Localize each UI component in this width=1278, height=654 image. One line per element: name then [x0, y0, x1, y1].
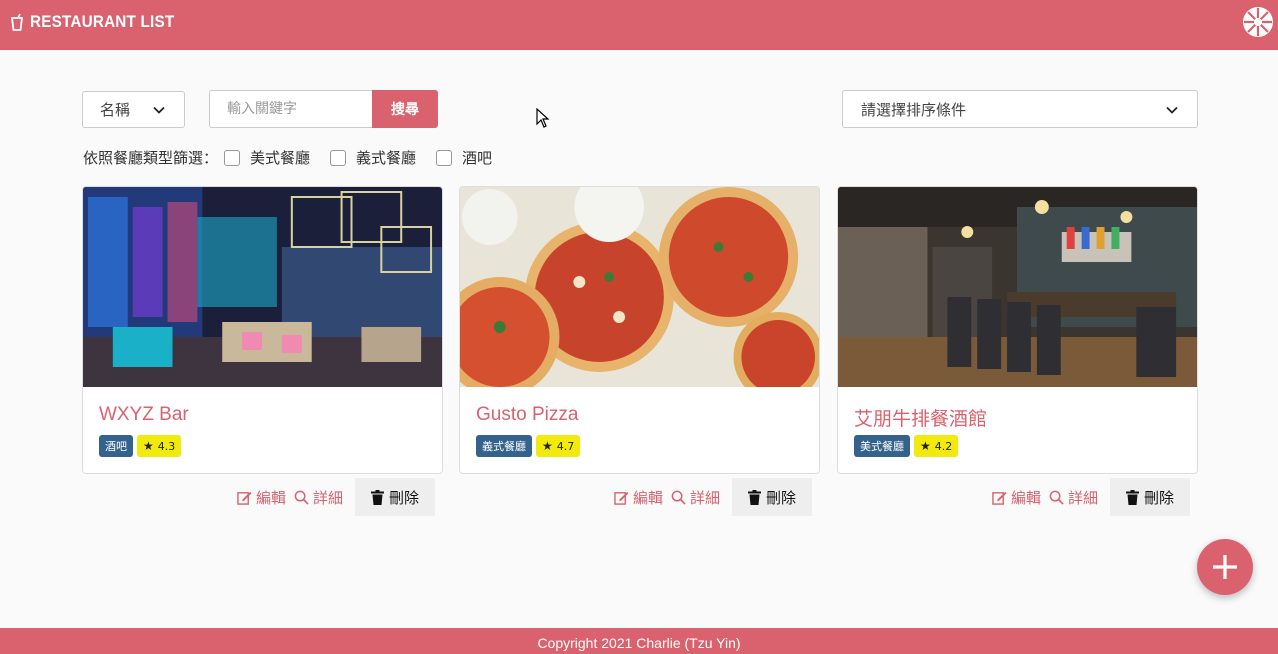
restaurant-badges: 美式餐廳 ★ 4.2 [854, 435, 959, 457]
filter-option-italian[interactable]: 義式餐廳 [330, 147, 420, 168]
restaurant-photo[interactable] [83, 187, 442, 387]
chevron-down-icon [153, 106, 165, 114]
restaurant-photo[interactable] [460, 187, 819, 387]
detail-label: 詳細 [690, 488, 721, 507]
edit-link[interactable]: 編輯 [992, 487, 1041, 508]
checkbox[interactable] [330, 149, 347, 166]
restaurant-name[interactable]: 艾朋牛排餐酒館 [854, 404, 987, 431]
copyright-text: Copyright 2021 Charlie (Tzu Yin) [537, 635, 741, 651]
delete-button[interactable]: 刪除 [732, 478, 813, 516]
footer: Copyright 2021 Charlie (Tzu Yin) [0, 628, 1278, 654]
cup-icon [10, 13, 24, 31]
restaurant-badges: 酒吧 ★ 4.3 [99, 435, 182, 457]
checkbox[interactable] [436, 149, 453, 166]
card-actions: 編輯 詳細 刪除 [614, 478, 813, 516]
rating-value: 4.2 [934, 439, 953, 453]
category-badge: 美式餐廳 [854, 435, 910, 457]
rating-badge: ★ 4.3 [137, 435, 182, 457]
detail-label: 詳細 [1068, 488, 1099, 507]
search-button[interactable]: 搜尋 [372, 90, 438, 128]
filter-label: 依照餐廳類型篩選： [83, 149, 219, 167]
mouse-cursor-icon [536, 108, 550, 128]
card-actions: 編輯 詳細 刪除 [992, 478, 1191, 516]
wheel-logo-icon[interactable] [1242, 6, 1274, 38]
restaurant-photo[interactable] [838, 187, 1197, 387]
filter-option-label: 酒吧 [462, 149, 493, 167]
add-restaurant-button[interactable] [1197, 539, 1253, 595]
filter-option-bar[interactable]: 酒吧 [436, 147, 496, 168]
restaurant-name[interactable]: Gusto Pizza [476, 404, 578, 426]
checkbox[interactable] [224, 149, 241, 166]
restaurant-name[interactable]: WXYZ Bar [99, 404, 189, 426]
star-icon: ★ [920, 439, 931, 453]
detail-link[interactable]: 詳細 [294, 487, 343, 508]
search-field-select[interactable]: 名稱 [82, 91, 185, 128]
delete-button[interactable]: 刪除 [1110, 478, 1191, 516]
star-icon: ★ [143, 439, 154, 453]
detail-link[interactable]: 詳細 [1049, 487, 1098, 508]
filter-option-label: 美式餐廳 [250, 149, 311, 167]
edit-icon [237, 491, 252, 505]
edit-icon [614, 491, 629, 505]
search-icon [1049, 490, 1064, 505]
delete-label: 刪除 [1144, 488, 1175, 507]
edit-label: 編輯 [1011, 488, 1042, 507]
restaurant-card[interactable]: WXYZ Bar 酒吧 ★ 4.3 [82, 186, 443, 474]
rating-value: 4.3 [157, 439, 176, 453]
sort-select[interactable]: 請選擇排序條件 [842, 90, 1198, 128]
edit-label: 編輯 [633, 488, 664, 507]
trash-icon [1126, 489, 1140, 505]
search-field-value: 名稱 [100, 101, 131, 119]
restaurant-card[interactable]: 艾朋牛排餐酒館 美式餐廳 ★ 4.2 [837, 186, 1198, 474]
top-navbar: RESTAURANT LIST [0, 0, 1278, 50]
edit-icon [992, 491, 1007, 505]
edit-link[interactable]: 編輯 [237, 487, 286, 508]
brand-title: RESTAURANT LIST [30, 12, 175, 31]
search-icon [294, 490, 309, 505]
rating-value: 4.7 [556, 439, 575, 453]
filter-option-label: 義式餐廳 [356, 149, 417, 167]
restaurant-card[interactable]: Gusto Pizza 義式餐廳 ★ 4.7 [459, 186, 820, 474]
rating-badge: ★ 4.2 [914, 435, 959, 457]
plus-icon [1213, 555, 1237, 579]
star-icon: ★ [542, 439, 553, 453]
edit-link[interactable]: 編輯 [614, 487, 663, 508]
category-filter: 依照餐廳類型篩選： 美式餐廳 義式餐廳 酒吧 [83, 147, 496, 168]
trash-icon [371, 489, 385, 505]
detail-link[interactable]: 詳細 [671, 487, 720, 508]
restaurant-badges: 義式餐廳 ★ 4.7 [476, 435, 581, 457]
search-icon [671, 490, 686, 505]
category-badge: 義式餐廳 [476, 435, 532, 457]
delete-label: 刪除 [766, 488, 797, 507]
rating-badge: ★ 4.7 [536, 435, 581, 457]
edit-label: 編輯 [256, 488, 287, 507]
chevron-down-icon [1166, 106, 1178, 114]
search-input[interactable] [209, 90, 373, 128]
brand-link[interactable]: RESTAURANT LIST [10, 12, 190, 32]
category-badge: 酒吧 [99, 435, 133, 457]
delete-label: 刪除 [389, 488, 420, 507]
sort-select-value: 請選擇排序條件 [861, 100, 967, 119]
card-actions: 編輯 詳細 刪除 [237, 478, 436, 516]
filter-option-american[interactable]: 美式餐廳 [224, 147, 314, 168]
delete-button[interactable]: 刪除 [355, 478, 436, 516]
detail-label: 詳細 [313, 488, 344, 507]
trash-icon [748, 489, 762, 505]
